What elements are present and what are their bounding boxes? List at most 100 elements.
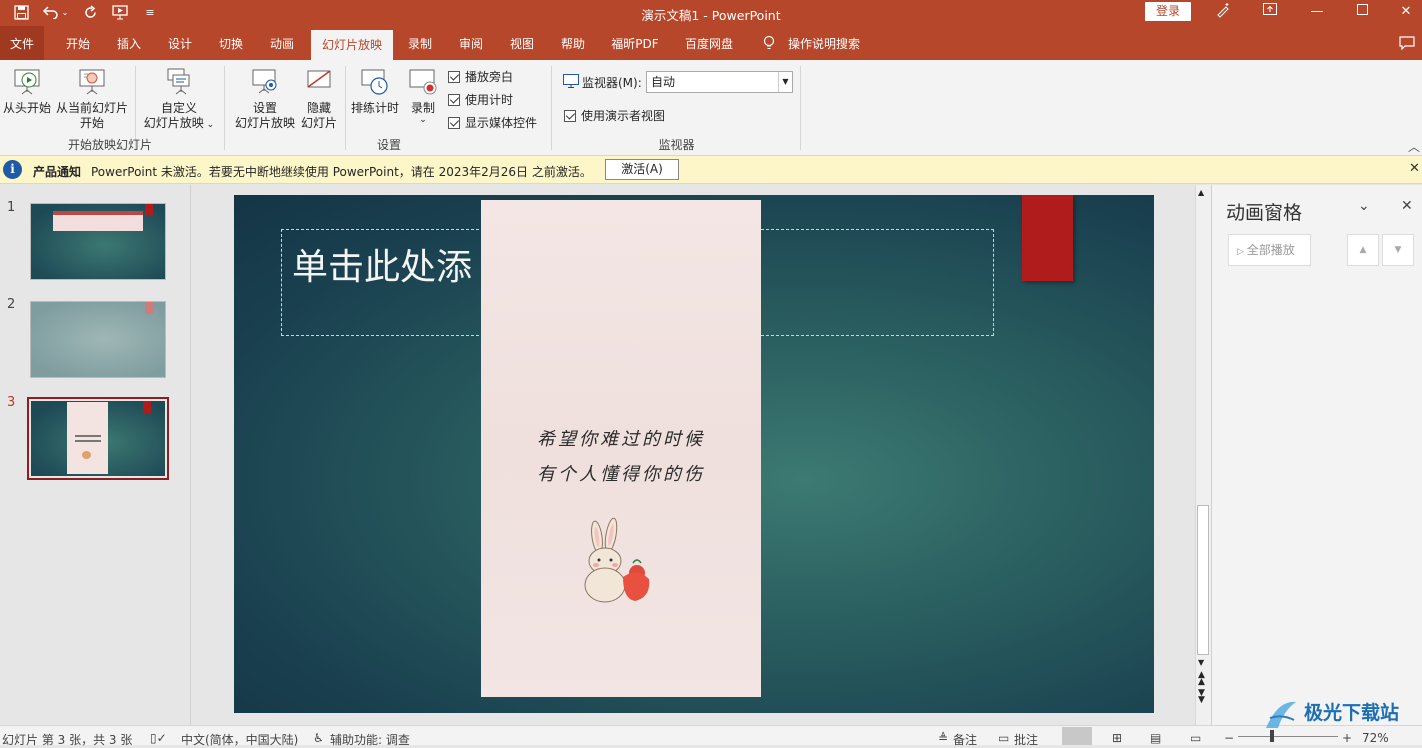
tab-animations[interactable]: 动画 — [260, 26, 304, 60]
ribbon-separator — [224, 66, 225, 150]
animation-pane-title: 动画窗格 — [1226, 202, 1303, 224]
ribbon-display-icon[interactable] — [1257, 2, 1283, 22]
group-label-start: 开始放映幻灯片 — [67, 138, 152, 152]
current-slide[interactable]: 单击此处添 希望你难过的时候 有个人懂得你的伤 — [234, 195, 1154, 713]
show-media-controls-checkbox[interactable]: 显示媒体控件 — [448, 114, 537, 131]
notification-message: PowerPoint 未激活。若要无中断地继续使用 PowerPoint，请在 … — [91, 165, 592, 179]
setup-slideshow-label-1: 设置 — [252, 101, 277, 115]
custom-slideshow-label-2: 幻灯片放映 ⌄ — [143, 116, 215, 130]
slideshow-start-icon — [12, 67, 42, 99]
rehearse-timings-button[interactable]: 排练计时 — [349, 67, 401, 116]
tab-home[interactable]: 开始 — [56, 26, 100, 60]
normal-view-icon[interactable] — [1062, 727, 1092, 745]
zoom-slider-thumb[interactable] — [1270, 730, 1274, 742]
next-slide-icon[interactable]: ▼ ▼ — [1198, 689, 1205, 705]
zoom-in-icon[interactable]: + — [1342, 731, 1352, 745]
tab-record[interactable]: 录制 — [398, 26, 442, 60]
activate-button[interactable]: 激活(A) — [605, 159, 679, 180]
thumbnail-rabbit — [82, 451, 91, 459]
tab-baidu-netdisk[interactable]: 百度网盘 — [676, 26, 742, 60]
zoom-level[interactable]: 72% — [1362, 731, 1389, 745]
slideshow-current-icon — [77, 67, 107, 99]
tab-design[interactable]: 设计 — [158, 26, 202, 60]
from-beginning-label: 从头开始 — [2, 101, 51, 115]
custom-slideshow-button[interactable]: 自定义 幻灯片放映 ⌄ — [140, 67, 218, 133]
monitor-select[interactable]: 自动 ▼ — [646, 71, 793, 93]
rehearse-timings-label: 排练计时 — [350, 101, 399, 115]
chevron-down-icon[interactable]: ⌄ — [1358, 198, 1370, 214]
tab-foxit-pdf[interactable]: 福昕PDF — [602, 26, 668, 60]
reading-view-icon[interactable]: ▤ — [1150, 731, 1161, 745]
slide-number: 2 — [7, 297, 16, 312]
tab-file[interactable]: 文件 — [0, 26, 44, 60]
slide-thumbnail-1[interactable] — [30, 203, 166, 280]
window-title: 演示文稿1 - PowerPoint — [641, 8, 781, 23]
rehearse-timings-icon — [360, 67, 390, 99]
pen-icon[interactable] — [1210, 2, 1236, 22]
poem-card-image[interactable]: 希望你难过的时候 有个人懂得你的伤 — [481, 200, 761, 697]
red-bookmark[interactable] — [1022, 195, 1073, 281]
slide-thumbnail-3[interactable] — [27, 397, 169, 480]
scrollbar-thumb[interactable] — [1197, 505, 1209, 655]
slideshow-view-icon[interactable]: ▭ — [1190, 731, 1201, 745]
from-beginning-button[interactable]: 从头开始 — [1, 67, 53, 116]
slide-number: 1 — [7, 200, 16, 215]
setup-slideshow-button[interactable]: 设置 幻灯片放映 — [232, 67, 298, 131]
from-current-button[interactable]: 从当前幻灯片 开始 — [55, 67, 129, 131]
close-notification-icon[interactable]: ✕ — [1409, 161, 1420, 176]
tab-slideshow[interactable]: 幻灯片放映 — [311, 30, 393, 60]
language-indicator[interactable]: 中文(简体，中国大陆) — [181, 731, 298, 748]
minimize-icon[interactable]: — — [1304, 2, 1330, 22]
tab-insert[interactable]: 插入 — [107, 26, 151, 60]
accessibility-icon: ♿ — [313, 731, 324, 745]
record-icon — [408, 67, 438, 99]
dropdown-arrow-icon[interactable]: ▼ — [778, 72, 792, 92]
notification-bar: i 产品通知 PowerPoint 未激活。若要无中断地继续使用 PowerPo… — [0, 156, 1422, 184]
setup-slideshow-label-2: 幻灯片放映 — [234, 116, 295, 130]
scroll-up-icon[interactable]: ▲ — [1198, 188, 1204, 197]
spellcheck-icon[interactable]: ▯✓ — [150, 731, 167, 745]
comments-icon[interactable] — [1396, 26, 1418, 60]
poem-line-1: 希望你难过的时候 — [537, 429, 705, 450]
maximize-icon[interactable] — [1349, 2, 1375, 22]
custom-slideshow-icon — [164, 67, 194, 99]
login-button[interactable]: 登录 — [1145, 2, 1191, 21]
notes-button[interactable]: 备注 — [953, 731, 977, 748]
vertical-scrollbar[interactable]: ▲ ▼ ▲ ▲ ▼ ▼ — [1195, 185, 1211, 725]
tab-help[interactable]: 帮助 — [551, 26, 595, 60]
scroll-down-icon[interactable]: ▼ — [1198, 658, 1204, 667]
presenter-view-checkbox[interactable]: 使用演示者视图 — [564, 107, 665, 124]
use-timings-checkbox[interactable]: 使用计时 — [448, 91, 513, 108]
zoom-out-icon[interactable]: − — [1224, 731, 1234, 745]
play-icon: ▷ — [1237, 247, 1247, 257]
tab-review[interactable]: 审阅 — [449, 26, 493, 60]
tab-transitions[interactable]: 切换 — [209, 26, 253, 60]
comments-button[interactable]: 批注 — [1014, 731, 1038, 748]
thumbnail-text-line — [75, 440, 101, 442]
play-narration-checkbox[interactable]: 播放旁白 — [448, 68, 513, 85]
checkbox-checked-icon — [448, 70, 460, 83]
close-pane-icon[interactable]: ✕ — [1401, 198, 1413, 214]
play-all-button[interactable]: ▷ 全部播放 — [1228, 234, 1311, 266]
hide-slide-label-1: 隐藏 — [306, 101, 331, 115]
record-button[interactable]: 录制 ⌄ — [404, 67, 442, 125]
notes-icon: ≜ — [938, 731, 949, 745]
previous-slide-icon[interactable]: ▲ ▲ — [1198, 671, 1205, 687]
collapse-ribbon-icon[interactable]: ︿ — [1408, 138, 1420, 155]
accessibility-status[interactable]: 辅助功能: 调查 — [330, 731, 410, 748]
thumbnail-background — [31, 401, 165, 476]
monitor-icon — [563, 74, 579, 88]
monitor-select-value: 自动 — [651, 75, 676, 89]
tell-me-search[interactable]: 操作说明搜索 — [786, 26, 862, 60]
close-window-icon[interactable]: ✕ — [1393, 2, 1419, 22]
slide-thumbnail-2[interactable] — [30, 301, 166, 378]
comments-status-icon: ▭ — [998, 731, 1010, 745]
hide-slide-button[interactable]: 隐藏 幻灯片 — [298, 67, 340, 131]
tab-view[interactable]: 视图 — [500, 26, 544, 60]
move-up-icon[interactable]: ▲ — [1347, 234, 1379, 266]
slide-sorter-icon[interactable]: ⊞ — [1112, 731, 1122, 745]
play-narration-label: 播放旁白 — [465, 70, 514, 84]
zoom-slider[interactable] — [1238, 736, 1338, 737]
thumbnail-text-line — [75, 435, 101, 437]
move-down-icon[interactable]: ▼ — [1382, 234, 1414, 266]
